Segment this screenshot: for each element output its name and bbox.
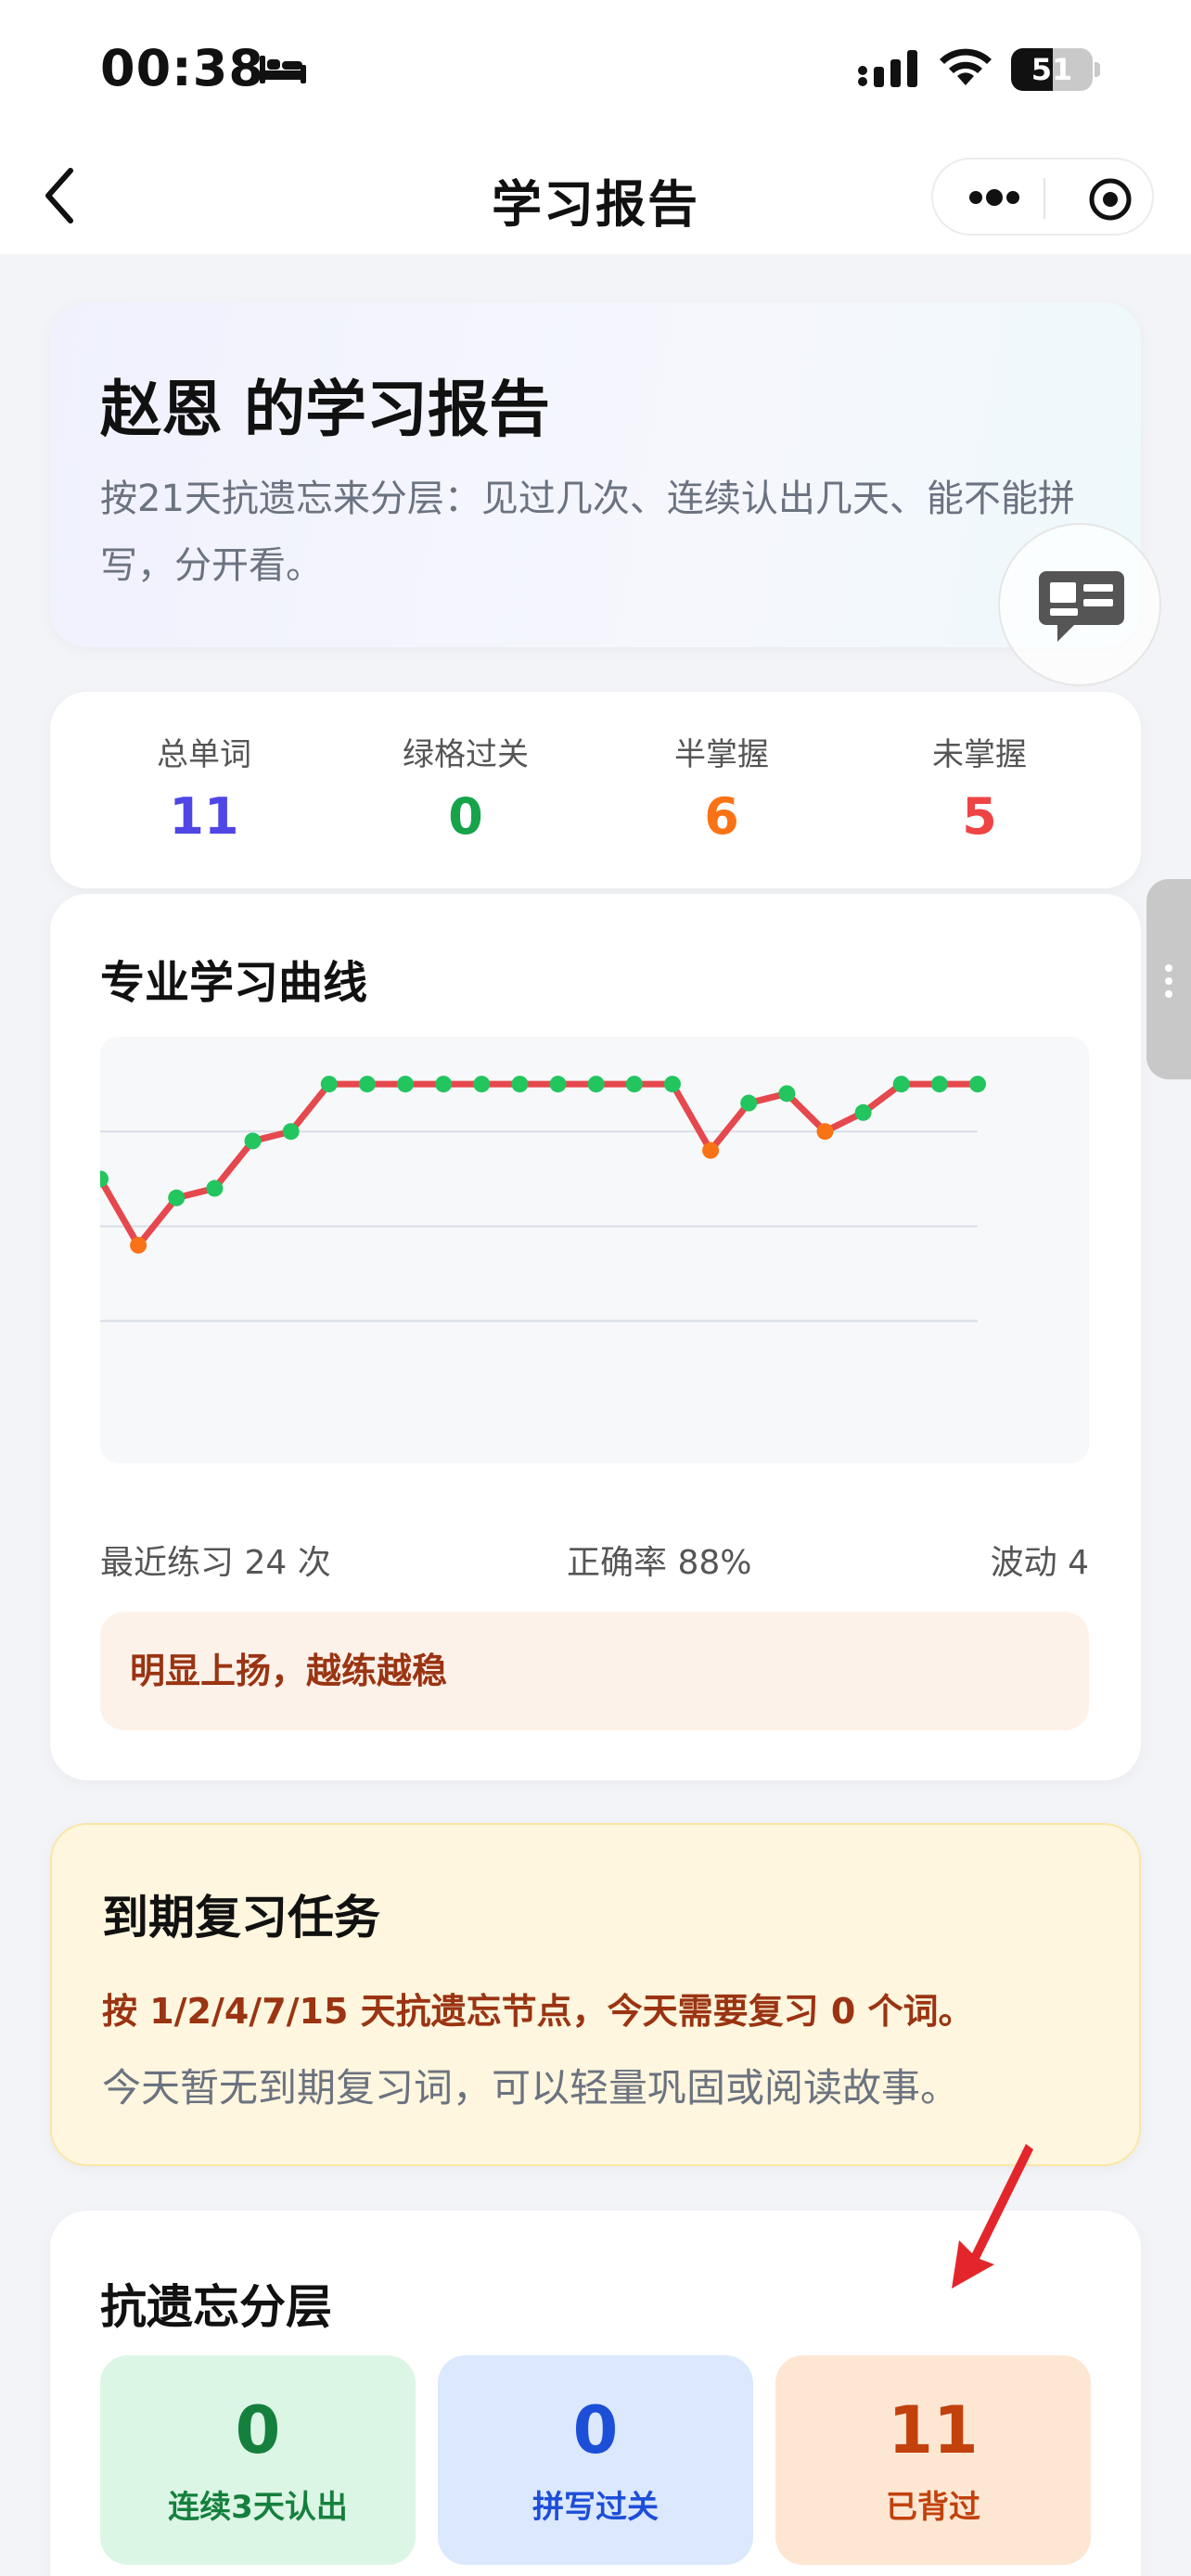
chart-data-point xyxy=(549,1076,567,1093)
chart-data-point xyxy=(969,1076,986,1093)
chart-data-point xyxy=(625,1076,643,1093)
stat-value: 0 xyxy=(448,787,483,846)
review-task-card: 到期复习任务 按 1/2/4/7/15 天抗遗忘节点，今天需要复习 0 个词。 … xyxy=(50,1823,1141,2166)
curve-title: 专业学习曲线 xyxy=(100,957,368,1009)
stat-total-words: 总单词 11 xyxy=(74,729,334,846)
chart-svg xyxy=(100,1076,986,1322)
word-stats-card: 总单词 11 绿格过关 0 半掌握 6 未掌握 5 xyxy=(50,692,1141,888)
stat-label: 绿格过关 xyxy=(403,736,529,773)
chart-data-point xyxy=(702,1141,720,1159)
red-arrow-annotation-icon xyxy=(952,2144,1033,2289)
page: 00:38 51 学习报告 赵恩 的学习报告 按21天抗遗忘来分层：见过几次、连… xyxy=(0,0,1191,2576)
battery-indicator: 51 xyxy=(1011,48,1100,91)
review-empty-text: 今天暂无到期复习词，可以轻量巩固或阅读故事。 xyxy=(102,2065,960,2111)
status-bar: 00:38 51 xyxy=(0,0,1191,139)
chart-data-point xyxy=(435,1076,453,1093)
mini-program-capsule xyxy=(931,158,1154,236)
chart-data-point xyxy=(740,1094,758,1112)
stat-label: 半掌握 xyxy=(674,736,769,773)
wifi-icon xyxy=(940,48,992,85)
chart-data-point xyxy=(130,1236,147,1254)
recent-practice-count: 最近练习 24 次 xyxy=(100,1544,331,1582)
trend-note: 明显上扬，越练越稳 xyxy=(100,1612,1089,1730)
stat-value: 6 xyxy=(704,787,739,846)
layer-tile-3day-recognized[interactable]: 0 连续3天认出 xyxy=(100,2355,416,2565)
stat-label: 总单词 xyxy=(157,736,251,773)
stat-value: 11 xyxy=(169,787,239,846)
nav-bar: 学习报告 xyxy=(0,139,1191,254)
battery-percent: 51 xyxy=(1031,52,1073,87)
chart-data-point xyxy=(892,1076,910,1093)
cellular-signal-icon xyxy=(858,50,917,87)
report-header-card: 赵恩 的学习报告 按21天抗遗忘来分层：见过几次、连续认出几天、能不能拼写，分开… xyxy=(50,302,1141,647)
learning-curve-chart xyxy=(100,1037,1089,1463)
chart-data-point xyxy=(930,1076,948,1093)
layer-tile-spelling-passed[interactable]: 0 拼写过关 xyxy=(438,2355,753,2565)
floating-chat-button[interactable] xyxy=(998,523,1161,686)
layers-title: 抗遗忘分层 xyxy=(100,2280,332,2334)
stat-green-passed: 绿格过关 0 xyxy=(336,729,596,846)
chart-data-point xyxy=(206,1180,224,1197)
chart-data-point xyxy=(816,1123,834,1141)
layer-count: 0 xyxy=(235,2392,281,2468)
chart-data-point xyxy=(587,1076,605,1093)
chart-data-point xyxy=(854,1103,872,1121)
chart-data-point xyxy=(397,1076,415,1093)
stat-label: 未掌握 xyxy=(932,736,1027,773)
chart-data-point xyxy=(282,1123,300,1141)
chart-data-point xyxy=(511,1076,529,1093)
chart-data-point xyxy=(358,1076,376,1093)
report-title: 赵恩 的学习报告 xyxy=(100,374,550,445)
curve-metrics: 最近练习 24 次 正确率 88% 波动 4 xyxy=(100,1536,1089,1582)
learning-curve-card: 专业学习曲线 最近练习 24 次 正确率 88% 波动 4 明显上扬，越练越稳 xyxy=(50,894,1141,1780)
side-drag-handle[interactable] xyxy=(1146,879,1191,1079)
status-time: 00:38 xyxy=(100,39,264,97)
more-options-icon[interactable] xyxy=(967,184,1022,211)
accuracy-series-line xyxy=(100,1080,978,1249)
chart-data-point xyxy=(168,1189,186,1206)
review-title: 到期复习任务 xyxy=(102,1891,380,1945)
chart-data-point xyxy=(244,1132,262,1150)
stat-not-mastered: 未掌握 5 xyxy=(850,729,1109,846)
volatility: 波动 4 xyxy=(990,1544,1089,1582)
layer-label: 拼写过关 xyxy=(532,2489,659,2526)
chat-bubble-icon xyxy=(1039,571,1124,642)
layer-count: 11 xyxy=(888,2392,979,2468)
layer-tile-memorized[interactable]: 11 已背过 xyxy=(775,2355,1091,2565)
chart-data-point xyxy=(778,1085,796,1103)
stat-half-mastered: 半掌握 6 xyxy=(592,729,852,846)
close-mini-program-icon[interactable] xyxy=(1087,176,1133,223)
stat-value: 5 xyxy=(962,787,997,846)
chart-data-point xyxy=(663,1076,681,1093)
chart-data-point xyxy=(320,1076,338,1093)
accuracy-rate: 正确率 88% xyxy=(567,1544,752,1582)
chart-data-point xyxy=(473,1076,491,1093)
layer-label: 连续3天认出 xyxy=(168,2489,348,2526)
review-schedule-text: 按 1/2/4/7/15 天抗遗忘节点，今天需要复习 0 个词。 xyxy=(102,1991,974,2032)
layer-label: 已背过 xyxy=(886,2489,980,2526)
sleep-focus-icon xyxy=(260,56,306,83)
report-subtitle: 按21天抗遗忘来分层：见过几次、连续认出几天、能不能拼写，分开看。 xyxy=(100,478,1075,587)
layer-count: 0 xyxy=(572,2392,619,2468)
